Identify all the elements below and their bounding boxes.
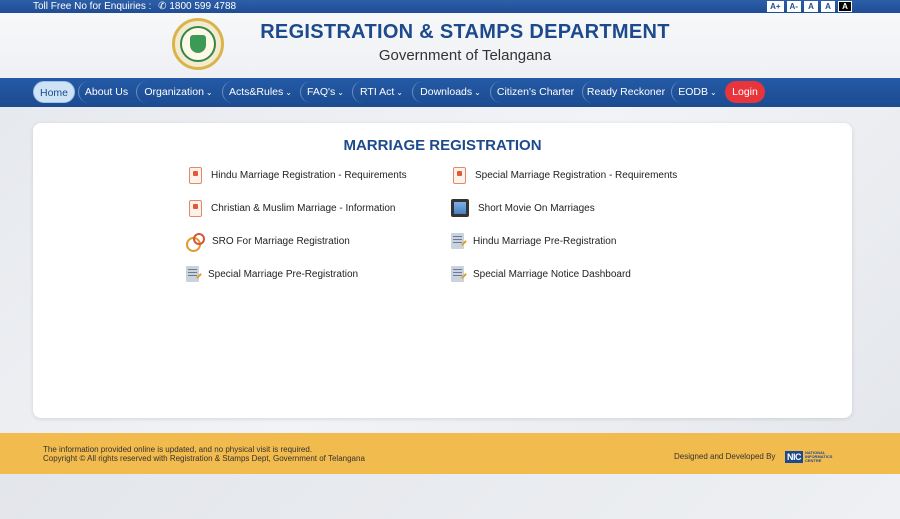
login-button[interactable]: Login: [725, 81, 765, 103]
nav-citizens-charter[interactable]: Citizen's Charter: [490, 81, 580, 103]
link-label: Special Marriage Registration - Requirem…: [475, 169, 678, 181]
link-label: Hindu Marriage Registration - Requiremen…: [211, 169, 407, 181]
nav-organization-label: Organization: [144, 86, 204, 98]
document-icon: [189, 199, 202, 217]
link-label: Special Marriage Notice Dashboard: [473, 268, 631, 280]
theme-dark-button[interactable]: A: [838, 1, 852, 12]
nav-rti-label: RTI Act: [360, 86, 395, 98]
link-label: SRO For Marriage Registration: [212, 235, 350, 247]
link-sro-marriage-registration[interactable]: SRO For Marriage Registration: [185, 232, 350, 252]
nav-home[interactable]: Home: [33, 81, 75, 103]
nic-logo[interactable]: NIC NATIONAL INFORMATICS CENTRE: [785, 451, 839, 463]
font-reset-button[interactable]: A: [804, 1, 818, 12]
nav-reckoner-label: Ready Reckoner: [586, 86, 666, 98]
nav-eodb[interactable]: EODB ⌄: [671, 81, 723, 103]
footer-copyright: Copyright © All rights reserved with Reg…: [43, 454, 365, 463]
department-subtitle: Government of Telangana: [378, 47, 552, 64]
form-icon: [186, 266, 199, 282]
document-icon: [189, 166, 202, 184]
page-bottom-background: [0, 474, 900, 519]
font-decrease-button[interactable]: A-: [786, 1, 801, 12]
phone-icon: ✆: [158, 1, 167, 12]
page-title: MARRIAGE REGISTRATION: [343, 137, 542, 154]
nav-acts-label: Acts&Rules: [229, 86, 284, 98]
nav-acts-rules[interactable]: Acts&Rules ⌄: [222, 81, 298, 103]
link-special-marriage-requirements[interactable]: Special Marriage Registration - Requirem…: [451, 166, 677, 184]
login-label: Login: [732, 86, 758, 98]
nav-charter-label: Citizen's Charter: [496, 86, 575, 98]
link-label: Christian & Muslim Marriage - Informatio…: [211, 202, 396, 214]
chevron-down-icon: ⌄: [285, 88, 292, 97]
nic-mark: NIC: [785, 451, 803, 463]
rings-icon: [185, 232, 205, 252]
top-strip: Toll Free No for Enquiries : ✆ 1800 599 …: [0, 0, 900, 13]
chevron-down-icon: ⌄: [396, 88, 403, 97]
department-title: REGISTRATION & STAMPS DEPARTMENT: [260, 21, 670, 43]
footer-designed-by: Designed and Developed By: [674, 452, 776, 461]
nav-organization[interactable]: Organization ⌄: [136, 81, 220, 103]
link-special-marriage-notice-dashboard[interactable]: Special Marriage Notice Dashboard: [451, 265, 631, 283]
footer-info-text: The information provided online is updat…: [43, 445, 313, 454]
nav-about-us[interactable]: About Us: [78, 81, 134, 103]
link-short-movie[interactable]: Short Movie On Marriages: [451, 199, 595, 217]
tollfree-text: Toll Free No for Enquiries : ✆ 1800 599 …: [33, 0, 236, 13]
nav-faqs-label: FAQ's: [307, 86, 336, 98]
main-nav: Home About Us Organization ⌄ Acts&Rules ⌄ …: [0, 78, 900, 107]
nav-about-label: About Us: [84, 86, 129, 98]
site-footer: The information provided online is updat…: [0, 433, 900, 474]
nav-faqs[interactable]: FAQ's ⌄: [300, 81, 350, 103]
chevron-down-icon: ⌄: [337, 88, 344, 97]
link-label: Special Marriage Pre-Registration: [208, 268, 359, 280]
link-label: Hindu Marriage Pre-Registration: [473, 235, 617, 247]
film-icon: [451, 199, 469, 217]
form-icon: [451, 233, 464, 249]
document-icon: [453, 166, 466, 184]
chevron-down-icon: ⌄: [710, 88, 717, 97]
marriage-registration-card: [33, 123, 852, 418]
font-increase-button[interactable]: A+: [767, 1, 784, 12]
font-size-controls: A+ A- A A A: [767, 0, 852, 12]
link-special-marriage-pre-registration[interactable]: Special Marriage Pre-Registration: [186, 265, 358, 283]
link-hindu-marriage-pre-registration[interactable]: Hindu Marriage Pre-Registration: [451, 232, 616, 250]
link-christian-muslim-marriage[interactable]: Christian & Muslim Marriage - Informatio…: [187, 199, 396, 217]
chevron-down-icon: ⌄: [474, 88, 481, 97]
nav-rti-act[interactable]: RTI Act ⌄: [352, 81, 410, 103]
nav-downloads-label: Downloads: [420, 86, 473, 98]
link-label: Short Movie On Marriages: [478, 202, 595, 214]
tollfree-number[interactable]: 1800 599 4788: [169, 1, 236, 12]
site-header: REGISTRATION & STAMPS DEPARTMENT Governm…: [0, 13, 900, 78]
nav-ready-reckoner[interactable]: Ready Reckoner: [582, 81, 669, 103]
theme-light-button[interactable]: A: [821, 1, 835, 12]
nic-text: NATIONAL INFORMATICS CENTRE: [805, 450, 833, 463]
chevron-down-icon: ⌄: [205, 88, 213, 97]
link-hindu-marriage-requirements[interactable]: Hindu Marriage Registration - Requiremen…: [187, 166, 407, 184]
nav-eodb-label: EODB: [678, 86, 709, 98]
nav-downloads[interactable]: Downloads ⌄: [412, 81, 488, 103]
nav-home-label: Home: [39, 87, 68, 99]
form-icon: [451, 266, 464, 282]
tollfree-label: Toll Free No for Enquiries :: [33, 1, 152, 12]
